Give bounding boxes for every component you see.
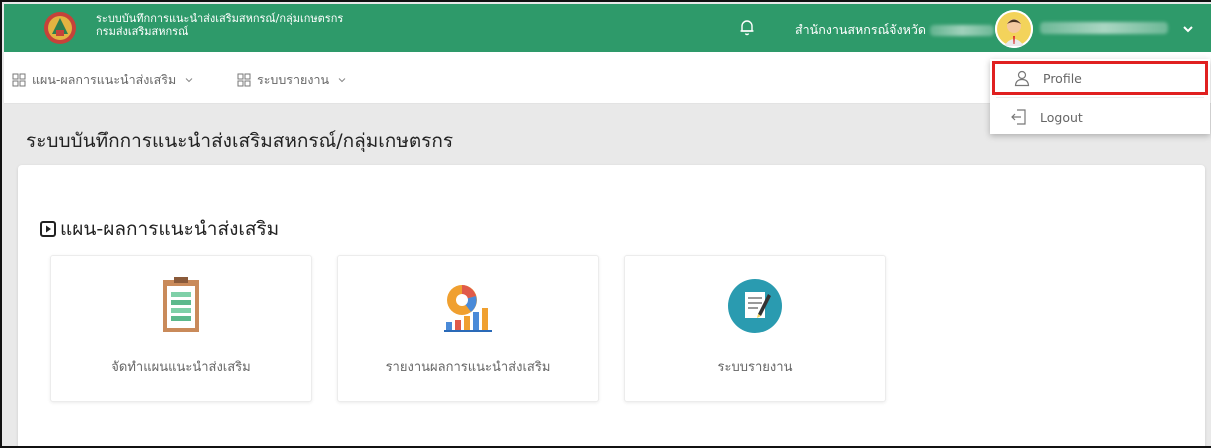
edit-document-icon bbox=[725, 276, 785, 336]
card-label: รายงานผลการแนะนำส่งเสริม bbox=[385, 360, 551, 375]
app-window: ระบบบันทึกการแนะนำส่งเสริมสหกรณ์/กลุ่มเก… bbox=[0, 0, 1211, 448]
user-icon bbox=[1014, 70, 1030, 87]
chevron-down-icon bbox=[185, 78, 193, 83]
logout-menu-item[interactable]: Logout bbox=[992, 100, 1208, 134]
play-square-icon bbox=[40, 221, 56, 237]
chart-report-icon bbox=[438, 276, 498, 336]
card-create-plan[interactable]: จัดทำแผนแนะนำส่งเสริม bbox=[50, 255, 312, 402]
profile-menu-item[interactable]: Profile bbox=[992, 61, 1208, 95]
redacted-user-name bbox=[1040, 22, 1168, 34]
user-dropdown-menu: Profile Logout bbox=[990, 59, 1210, 134]
card-label: ระบบรายงาน bbox=[717, 360, 793, 375]
app-title-line1: ระบบบันทึกการแนะนำส่งเสริมสหกรณ์/กลุ่มเก… bbox=[96, 12, 344, 25]
chevron-down-icon bbox=[338, 78, 346, 83]
office-name: สำนักงานสหกรณ์จังหวัด bbox=[795, 20, 994, 40]
menu-report-system-label: ระบบรายงาน bbox=[257, 72, 330, 87]
menu-plan-results[interactable]: แผน-ผลการแนะนำส่งเสริม bbox=[12, 70, 194, 90]
clipboard-icon bbox=[151, 276, 211, 336]
redacted-office-name bbox=[929, 25, 994, 36]
office-label: สำนักงานสหกรณ์จังหวัด bbox=[795, 22, 926, 37]
logout-icon bbox=[1011, 109, 1026, 125]
menu-divider bbox=[996, 97, 1204, 98]
section-title-text: แผน-ผลการแนะนำส่งเสริม bbox=[60, 218, 280, 240]
grid-icon bbox=[237, 73, 251, 87]
app-title: ระบบบันทึกการแนะนำส่งเสริมสหกรณ์/กลุ่มเก… bbox=[96, 12, 343, 38]
card-label: จัดทำแผนแนะนำส่งเสริม bbox=[111, 360, 251, 375]
card-report-system[interactable]: ระบบรายงาน bbox=[624, 255, 886, 402]
bell-icon[interactable] bbox=[737, 17, 757, 37]
card-plan-report[interactable]: รายงานผลการแนะนำส่งเสริม bbox=[337, 255, 599, 402]
top-navbar: ระบบบันทึกการแนะนำส่งเสริมสหกรณ์/กลุ่มเก… bbox=[4, 4, 1211, 52]
department-logo[interactable] bbox=[42, 10, 78, 46]
logout-label: Logout bbox=[1040, 109, 1083, 125]
chevron-down-icon[interactable] bbox=[1181, 21, 1195, 35]
profile-label: Profile bbox=[1043, 70, 1082, 86]
avatar[interactable] bbox=[995, 10, 1033, 48]
menu-plan-results-label: แผน-ผลการแนะนำส่งเสริม bbox=[32, 72, 177, 87]
grid-icon bbox=[12, 73, 26, 87]
page-title: ระบบบันทึกการแนะนำส่งเสริมสหกรณ์/กลุ่มเก… bbox=[26, 130, 454, 152]
app-title-line2: กรมส่งเสริมสหกรณ์ bbox=[96, 25, 189, 38]
section-title: แผน-ผลการแนะนำส่งเสริม bbox=[40, 214, 279, 244]
menu-report-system[interactable]: ระบบรายงาน bbox=[237, 70, 347, 90]
